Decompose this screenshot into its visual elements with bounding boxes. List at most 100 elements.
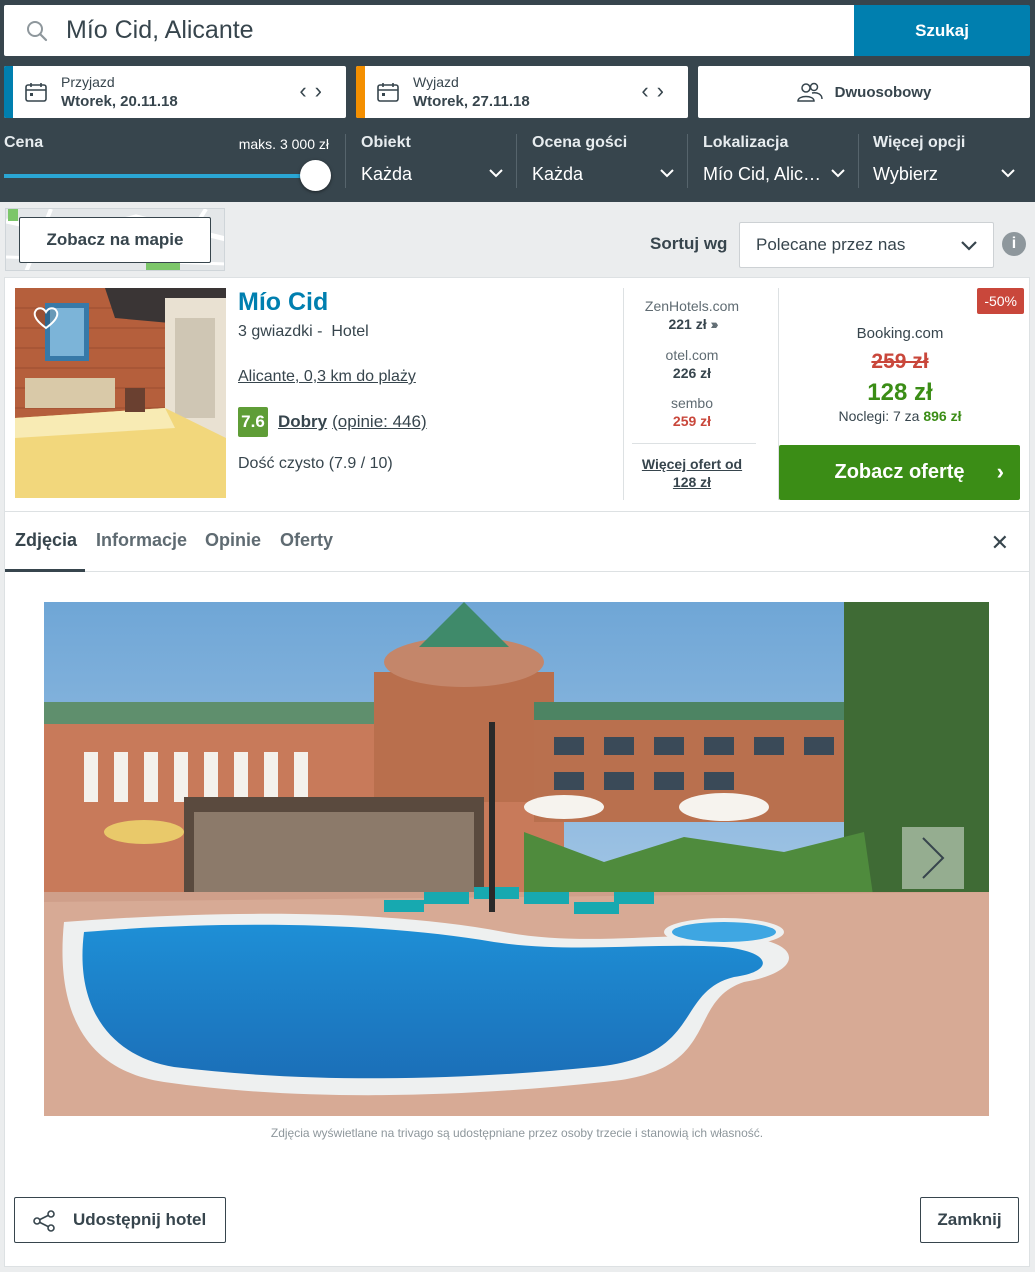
hotel-tabs: Zdjęcia Informacje Opinie Oferty ✕ xyxy=(5,511,1029,572)
property-filter-value: Każda xyxy=(361,164,413,184)
search-query: Mío Cid, Alicante xyxy=(66,16,254,44)
sort-value: Polecane przez nas xyxy=(756,235,906,254)
deal-provider: ZenHotels.com xyxy=(644,298,740,314)
see-on-map-button[interactable]: Zobacz na mapie xyxy=(19,217,211,263)
filter-divider xyxy=(687,134,688,188)
price-slider-track[interactable] xyxy=(4,174,316,178)
price-slider-handle[interactable] xyxy=(300,160,331,191)
property-filter-title: Obiekt xyxy=(361,134,411,151)
checkin-arrows[interactable]: ‹› xyxy=(299,78,330,104)
favorite-heart-icon[interactable] xyxy=(33,306,59,330)
view-deal-button[interactable]: Zobacz ofertę › xyxy=(779,445,1020,500)
chevron-right-icon: › xyxy=(996,459,1004,484)
chevron-right-icon[interactable]: › xyxy=(657,78,672,103)
deals-divider xyxy=(632,443,756,444)
checkout-field[interactable]: Wyjazd Wtorek, 27.11.18 ‹› xyxy=(356,66,688,118)
tab-reviews[interactable]: Opinie xyxy=(205,530,261,551)
more-offers-link[interactable]: Więcej ofert od 128 zł xyxy=(624,455,760,491)
best-deal-provider: Booking.com xyxy=(856,325,944,342)
price-slider-fill xyxy=(4,174,316,178)
close-button[interactable]: Zamknij xyxy=(920,1197,1019,1243)
checkin-accent xyxy=(4,66,13,118)
chevron-right-icon[interactable]: › xyxy=(315,78,330,103)
chevron-right-icon: ››› xyxy=(710,316,719,332)
more-offers-line1: Więcej ofert od xyxy=(641,456,743,472)
hotel-photo xyxy=(44,602,989,1116)
hotel-stars: 3 gwiazdki - Hotel xyxy=(238,323,369,341)
tab-info[interactable]: Informacje xyxy=(96,530,187,551)
share-hotel-button[interactable]: Udostępnij hotel xyxy=(14,1197,226,1243)
hotel-thumbnail[interactable] xyxy=(15,288,226,498)
close-icon[interactable]: ✕ xyxy=(991,530,1009,556)
nights-total: Noclegi: 7 za 896 zł xyxy=(838,408,962,424)
price-filter[interactable]: Cena maks. 3 000 zł xyxy=(4,134,331,194)
guests-icon xyxy=(796,82,823,102)
location-filter-value: Mío Cid, Alic… xyxy=(703,164,822,184)
gallery-next-button[interactable] xyxy=(902,827,964,889)
guest-rating-filter-value: Każda xyxy=(532,164,584,184)
rating-badge: 7.6 xyxy=(238,407,268,437)
photo-gallery xyxy=(44,602,989,1116)
best-price: 128 zł xyxy=(867,379,933,406)
search-input[interactable]: Mío Cid, Alicante xyxy=(4,5,854,56)
deal-item[interactable]: sembo 259 zł xyxy=(624,395,760,429)
location-filter-title: Lokalizacja xyxy=(703,134,789,151)
deal-price: 221 zł ››› xyxy=(668,316,719,332)
checkin-value: Wtorek, 20.11.18 xyxy=(61,93,178,110)
deal-item[interactable]: otel.com 226 zł xyxy=(624,347,760,381)
hotel-location-link[interactable]: Alicante, 0,3 km do plaży xyxy=(238,368,416,386)
checkin-field[interactable]: Przyjazd Wtorek, 20.11.18 ‹› xyxy=(4,66,346,118)
deal-item[interactable]: ZenHotels.com 221 zł ››› xyxy=(624,298,760,332)
deal-provider: sembo xyxy=(670,395,714,411)
guest-rating-filter[interactable]: Ocena gości Każda xyxy=(532,134,678,190)
filter-divider xyxy=(858,134,859,188)
deal-provider: otel.com xyxy=(665,347,719,363)
view-deal-label: Zobacz ofertę xyxy=(834,461,965,483)
hotel-type: Hotel xyxy=(331,323,369,340)
deal-price: 259 zł xyxy=(672,413,712,429)
rating-row[interactable]: 7.6 Dobry (opinie: 446) xyxy=(238,407,427,437)
filter-divider xyxy=(345,134,346,188)
location-filter[interactable]: Lokalizacja Mío Cid, Alic… xyxy=(703,134,849,190)
nights-total-price: 896 zł xyxy=(923,408,962,424)
search-icon xyxy=(27,20,48,41)
calendar-icon xyxy=(25,83,47,102)
more-options-filter-title: Więcej opcji xyxy=(873,134,966,151)
deal-price: 226 zł xyxy=(672,365,712,381)
old-price: 259 zł xyxy=(871,350,929,373)
chevron-down-icon xyxy=(961,241,977,251)
search-button[interactable]: Szukaj xyxy=(854,5,1030,56)
checkout-label: Wyjazd xyxy=(413,74,459,90)
info-icon[interactable]: i xyxy=(1002,232,1026,256)
hotel-card: Mío Cid 3 gwiazdki - Hotel Alicante, 0,3… xyxy=(4,277,1030,1267)
chevron-left-icon[interactable]: ‹ xyxy=(299,78,314,103)
guest-rating-filter-title: Ocena gości xyxy=(532,134,628,151)
tab-offers[interactable]: Oferty xyxy=(280,530,333,551)
tab-photos[interactable]: Zdjęcia xyxy=(15,530,77,551)
review-count-link[interactable]: (opinie: 446) xyxy=(332,412,427,432)
more-offers-line2: 128 zł xyxy=(672,474,712,490)
discount-badge: -50% xyxy=(977,288,1024,314)
checkout-value: Wtorek, 27.11.18 xyxy=(413,93,530,110)
more-options-filter-value: Wybierz xyxy=(873,164,938,184)
active-tab-indicator xyxy=(5,569,85,572)
hotel-name[interactable]: Mío Cid xyxy=(238,288,328,317)
more-options-filter[interactable]: Więcej opcji Wybierz xyxy=(873,134,1019,190)
sort-select[interactable]: Polecane przez nas xyxy=(739,222,994,268)
share-icon xyxy=(33,1210,55,1232)
best-deal: -50% Booking.com 259 zł 128 zł Noclegi: … xyxy=(778,288,1024,500)
chevron-down-icon xyxy=(1001,169,1015,178)
room-type-button[interactable]: Dwuosobowy xyxy=(698,66,1030,118)
chevron-right-icon xyxy=(922,837,945,879)
checkout-accent xyxy=(356,66,365,118)
checkout-arrows[interactable]: ‹› xyxy=(641,78,672,104)
calendar-icon xyxy=(377,83,399,102)
chevron-down-icon xyxy=(831,169,845,178)
search-header: Mío Cid, Alicante Szukaj Przyjazd Wtorek… xyxy=(0,0,1035,202)
property-filter[interactable]: Obiekt Każda xyxy=(361,134,507,190)
chevron-down-icon xyxy=(489,169,503,178)
price-max-label: maks. 3 000 zł xyxy=(238,136,329,152)
chevron-left-icon[interactable]: ‹ xyxy=(641,78,656,103)
share-hotel-label: Udostępnij hotel xyxy=(73,1210,207,1229)
rating-word[interactable]: Dobry xyxy=(278,412,327,432)
